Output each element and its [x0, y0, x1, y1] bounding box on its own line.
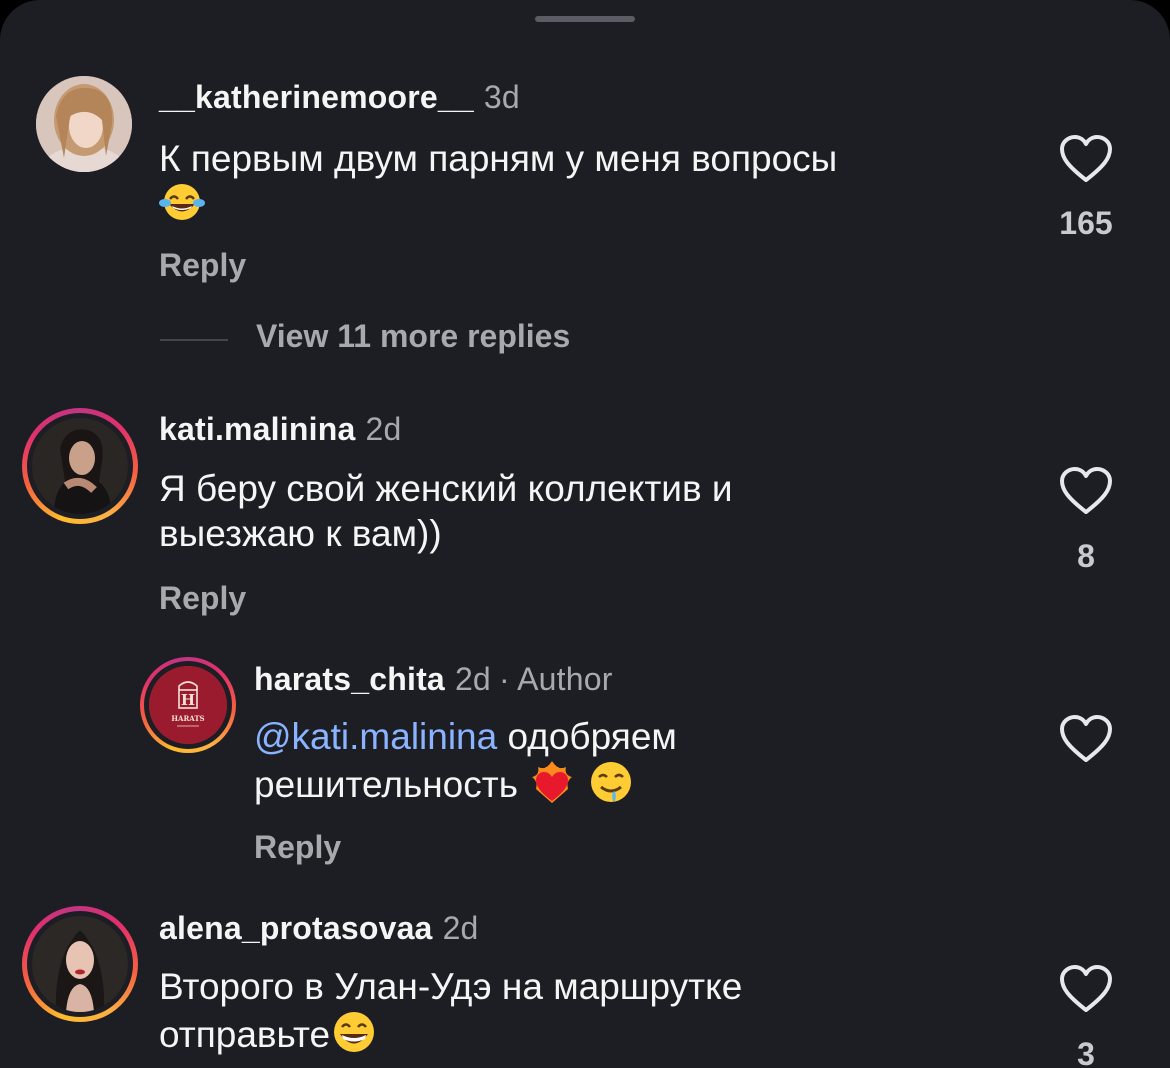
like-heart-icon[interactable]	[1058, 466, 1114, 516]
replies-divider	[160, 339, 228, 341]
view-more-replies-button[interactable]: View 11 more replies	[256, 318, 570, 355]
svg-text:H: H	[181, 691, 195, 709]
comment-body: Я беру свой женский коллектив и выезжаю …	[159, 466, 733, 556]
username-text[interactable]: harats_chita	[254, 661, 445, 697]
comment-time: 2d	[442, 910, 479, 946]
avatar-alena-protasovaa[interactable]	[32, 916, 128, 1012]
drooling-face-icon	[587, 759, 635, 815]
mention-link[interactable]: @kati.malinina	[254, 716, 497, 757]
comment-username[interactable]: __katherinemoore__ 3d	[159, 79, 520, 116]
comment-body: @kati.malinina одобряем решительность	[254, 714, 677, 815]
comment-text-line: выезжаю к вам))	[159, 513, 442, 554]
comment-text-line: отправьте	[159, 1013, 331, 1055]
harats-logo: H HARATS	[149, 666, 227, 744]
like-count: 165	[1059, 205, 1113, 241]
grinning-face-icon	[330, 1009, 378, 1065]
comment-username[interactable]: alena_protasovaa 2d	[159, 910, 479, 947]
like-heart-icon[interactable]	[1058, 134, 1114, 184]
avatar-photo	[32, 418, 128, 514]
comment-text-line: Я беру свой женский коллектив и	[159, 468, 733, 509]
reply-button[interactable]: Reply	[159, 580, 246, 617]
sheet-drag-handle[interactable]	[535, 16, 635, 22]
comment-time: 2d	[454, 661, 491, 697]
face-with-tears-of-joy-icon	[159, 181, 205, 233]
reply-button[interactable]: Reply	[159, 247, 246, 284]
username-text[interactable]: alena_protasovaa	[159, 910, 433, 946]
comment-time: 3d	[483, 79, 520, 115]
comments-sheet: __katherinemoore__ 3d К первым двум парня…	[0, 0, 1170, 1068]
like-heart-icon[interactable]	[1058, 964, 1114, 1014]
avatar-katherinemoore[interactable]	[36, 76, 132, 172]
comment-text-line: одобряем	[497, 716, 677, 757]
author-badge: · Author	[498, 661, 613, 697]
username-text[interactable]: __katherinemoore__	[159, 79, 474, 115]
avatar-harats-chita[interactable]: H HARATS	[149, 666, 227, 744]
comment-time: 2d	[365, 411, 402, 447]
avatar-photo	[36, 76, 132, 172]
reply-button[interactable]: Reply	[254, 829, 341, 866]
avatar-kati-malinina[interactable]	[32, 418, 128, 514]
heart-on-fire-icon	[528, 759, 576, 815]
like-count: 3	[1077, 1036, 1095, 1068]
svg-text:HARATS: HARATS	[171, 714, 204, 723]
like-heart-icon[interactable]	[1058, 714, 1114, 764]
avatar-photo	[32, 916, 128, 1012]
username-text[interactable]: kati.malinina	[159, 411, 355, 447]
comment-text-line: К первым двум парням у меня вопросы	[159, 138, 838, 179]
comment-body: Второго в Улан-Удэ на маршрутке отправьт…	[159, 964, 742, 1065]
like-count: 8	[1077, 538, 1095, 574]
comment-username[interactable]: kati.malinina 2d	[159, 411, 401, 448]
comment-username[interactable]: harats_chita 2d · Author	[254, 661, 613, 698]
comment-body: К первым двум парням у меня вопросы	[159, 136, 837, 233]
comment-text-line: решительность	[254, 763, 518, 805]
comment-text-line: Второго в Улан-Удэ на маршрутке	[159, 966, 743, 1007]
